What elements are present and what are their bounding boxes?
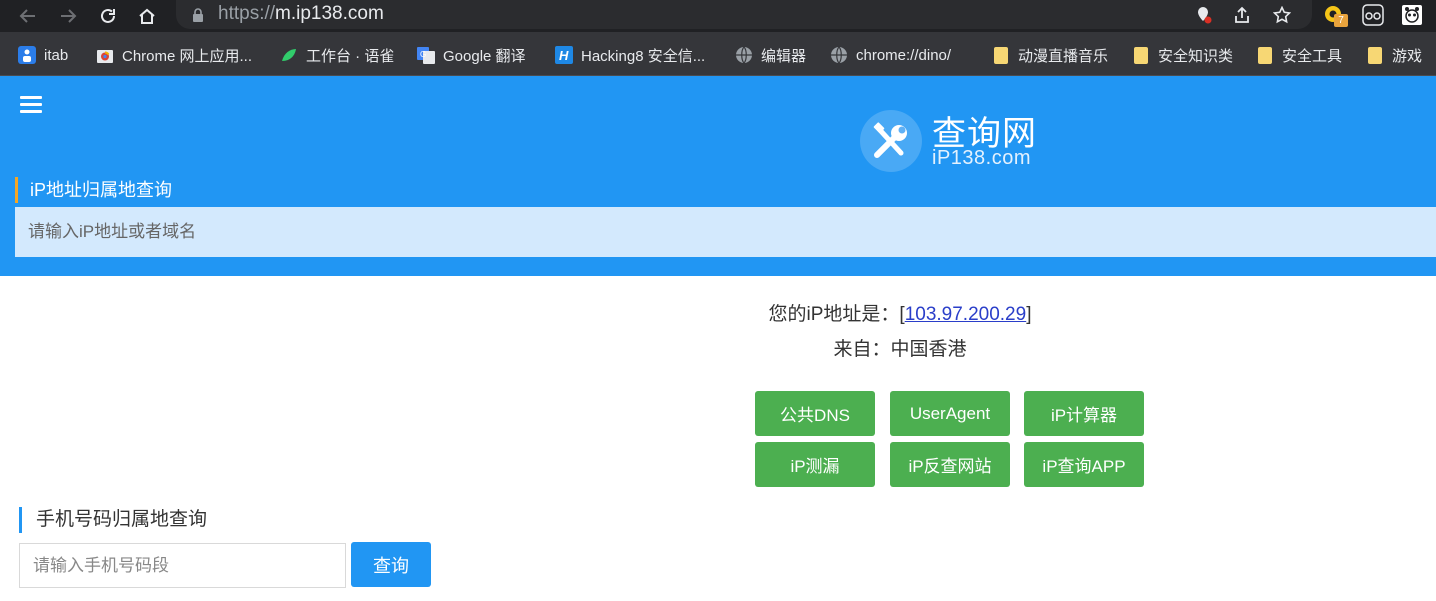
ip-search-input[interactable] — [15, 207, 1436, 257]
folder-icon — [1366, 46, 1384, 64]
home-button[interactable] — [135, 4, 159, 28]
yuque-icon — [280, 46, 298, 64]
bookmark-folder-games[interactable]: 游戏 — [1366, 44, 1422, 66]
bookmark-label: 动漫直播音乐 — [1018, 47, 1109, 65]
bookmark-label: 安全知识类 — [1158, 47, 1234, 65]
bookmark-editor[interactable]: 编辑器 — [735, 44, 806, 66]
bookmark-folder-security-tools[interactable]: 安全工具 — [1256, 44, 1342, 66]
site-logo[interactable]: 查询网 iP138.com — [860, 106, 1060, 172]
glasses-extension-icon[interactable] — [1361, 3, 1385, 27]
share-icon[interactable] — [1230, 3, 1254, 27]
useragent-button[interactable]: UserAgent — [890, 391, 1010, 436]
ip-address-link[interactable]: 103.97.200.29 — [905, 304, 1027, 325]
bookmark-star-icon[interactable] — [1270, 3, 1294, 27]
phone-input[interactable] — [19, 543, 346, 588]
public-dns-button[interactable]: 公共DNS — [755, 391, 875, 436]
bookmark-label: itab — [44, 46, 69, 64]
home-icon — [139, 8, 155, 24]
globe-icon — [830, 46, 848, 64]
ip-section-title: iP地址归属地查询 — [15, 177, 172, 203]
bookmark-yuque[interactable]: 工作台 · 语雀 — [280, 44, 394, 66]
logo-subtitle: iP138.com — [932, 147, 1031, 169]
itab-icon — [18, 46, 36, 64]
bookmark-folder-anime[interactable]: 动漫直播音乐 — [992, 44, 1108, 66]
globe-icon — [735, 46, 753, 64]
bookmark-label: 工作台 · 语雀 — [306, 47, 395, 65]
folder-icon — [1132, 46, 1150, 64]
bookmarks-bar: itab Chrome 网上应用... 工作台 · 语雀 G Google 翻译… — [0, 32, 1436, 76]
hacking8-icon: H — [555, 46, 573, 64]
folder-icon — [1256, 46, 1274, 64]
browser-toolbar: https://m.ip138.com 7 — [0, 0, 1436, 32]
phone-query-button[interactable]: 查询 — [351, 542, 431, 587]
lock-icon — [193, 8, 203, 22]
tools-icon — [860, 110, 922, 172]
google-translate-icon: G — [417, 46, 435, 64]
bookmark-chrome-store[interactable]: Chrome 网上应用... — [96, 44, 252, 66]
ip-prefix: 您的iP地址是：[ — [768, 304, 905, 325]
bookmark-dino[interactable]: chrome://dino/ — [830, 44, 951, 66]
url-scheme: https:// — [218, 3, 276, 24]
ip-reverse-lookup-button[interactable]: iP反查网站 — [890, 442, 1010, 487]
arrow-right-icon — [61, 9, 77, 23]
ip-suffix: ] — [1026, 304, 1032, 325]
forward-button[interactable] — [56, 4, 80, 28]
ip-calculator-button[interactable]: iP计算器 — [1024, 391, 1144, 436]
reload-icon — [101, 8, 115, 23]
url-text: https://m.ip138.com — [218, 3, 384, 25]
panda-extension-icon[interactable] — [1400, 3, 1424, 27]
bookmark-label: 安全工具 — [1282, 47, 1343, 65]
ip-leak-button[interactable]: iP测漏 — [755, 442, 875, 487]
chrome-store-icon — [96, 46, 114, 64]
back-button[interactable] — [16, 4, 40, 28]
bookmark-google-translate[interactable]: G Google 翻译 — [417, 44, 526, 66]
bookmark-label: chrome://dino/ — [856, 46, 952, 64]
site-header: 查询网 iP138.com iP地址归属地查询 — [0, 76, 1436, 276]
address-bar[interactable]: https://m.ip138.com — [176, 0, 1312, 29]
bookmark-itab[interactable]: itab — [18, 44, 68, 66]
arrow-left-icon — [19, 9, 35, 23]
bookmark-label: Google 翻译 — [443, 47, 526, 65]
ip-location: 来自：中国香港 — [833, 339, 967, 360]
bookmark-hacking8[interactable]: H Hacking8 安全信... — [555, 44, 705, 66]
ip-query-app-button[interactable]: iP查询APP — [1024, 442, 1144, 487]
folder-icon — [992, 46, 1010, 64]
location-blocked-icon[interactable] — [1192, 3, 1216, 27]
hamburger-menu-icon[interactable] — [20, 96, 42, 114]
phone-section-title: 手机号码归属地查询 — [19, 507, 207, 533]
url-host: m.ip138.com — [275, 3, 384, 24]
bookmark-label: 游戏 — [1392, 47, 1423, 65]
bookmark-folder-security-knowledge[interactable]: 安全知识类 — [1132, 44, 1233, 66]
extension-badge: 7 — [1334, 14, 1348, 27]
svg-text:G: G — [420, 50, 426, 59]
svg-text:H: H — [559, 48, 569, 63]
ip-result: 您的iP地址是：[103.97.200.29] — [700, 299, 1100, 326]
reload-button[interactable] — [96, 4, 120, 28]
bookmark-label: 编辑器 — [761, 47, 807, 65]
extension-icon[interactable]: 7 — [1322, 3, 1348, 27]
bookmark-label: Chrome 网上应用... — [122, 47, 253, 65]
bookmark-label: Hacking8 安全信... — [581, 47, 706, 65]
